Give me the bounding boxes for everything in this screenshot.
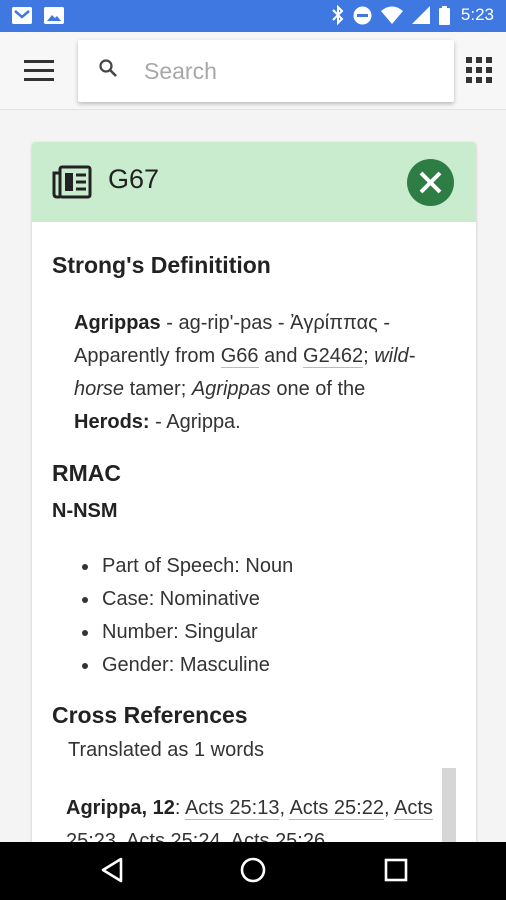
book-icon	[52, 165, 92, 199]
card-title: G67	[108, 164, 160, 194]
menu-button[interactable]	[22, 57, 56, 85]
translated-count: Translated as 1 words	[68, 739, 265, 761]
close-icon	[419, 171, 442, 194]
strongs-definition: Agrippas - ag-rip'-pas - Ἀγρίππας - Appa…	[74, 312, 416, 433]
strongs-link-g2462[interactable]: G2462	[303, 345, 364, 368]
rmac-list: Part of Speech: Noun Case: Nominative Nu…	[80, 550, 293, 682]
list-item: Part of Speech: Noun	[80, 550, 293, 583]
gmail-icon	[12, 7, 32, 24]
rmac-heading: RMAC	[52, 460, 121, 486]
apps-grid-button[interactable]	[466, 57, 492, 83]
app-bar	[0, 32, 506, 110]
clock: 5:23	[460, 5, 494, 24]
cross-references-heading: Cross References	[52, 702, 248, 728]
navigation-bar	[0, 842, 506, 900]
rmac-code: N-NSM	[52, 500, 118, 522]
battery-icon	[438, 5, 450, 25]
signal-icon	[411, 6, 430, 24]
list-item: Number: Singular	[80, 616, 293, 649]
list-item: Gender: Masculine	[80, 649, 293, 682]
recents-icon[interactable]	[384, 858, 408, 882]
definition-card: G67 Strong's Definitition Agrippas - ag-…	[32, 142, 476, 862]
system-icons: 5:23	[332, 5, 494, 25]
search-box[interactable]	[78, 40, 454, 102]
image-icon	[44, 7, 64, 24]
strongs-link-g66[interactable]: G66	[220, 345, 259, 368]
xref-word: Agrippa, 12	[66, 797, 175, 819]
home-icon[interactable]	[240, 857, 266, 883]
list-item: Case: Nominative	[80, 583, 293, 616]
close-button[interactable]	[407, 159, 454, 206]
search-input[interactable]	[144, 54, 434, 88]
ref-link[interactable]: Acts 25:13	[184, 797, 280, 820]
strongs-heading: Strong's Definitition	[52, 252, 271, 278]
status-bar: 5:23	[0, 0, 506, 32]
search-icon	[99, 59, 117, 77]
wifi-icon	[380, 6, 403, 24]
notification-icons	[12, 7, 64, 24]
back-icon[interactable]	[100, 857, 124, 883]
do-not-disturb-icon	[353, 6, 372, 24]
ref-link[interactable]: Acts 25:22	[289, 797, 384, 820]
bluetooth-icon	[332, 5, 344, 25]
lemma: Agrippas	[74, 312, 161, 334]
card-header: G67	[32, 142, 476, 222]
